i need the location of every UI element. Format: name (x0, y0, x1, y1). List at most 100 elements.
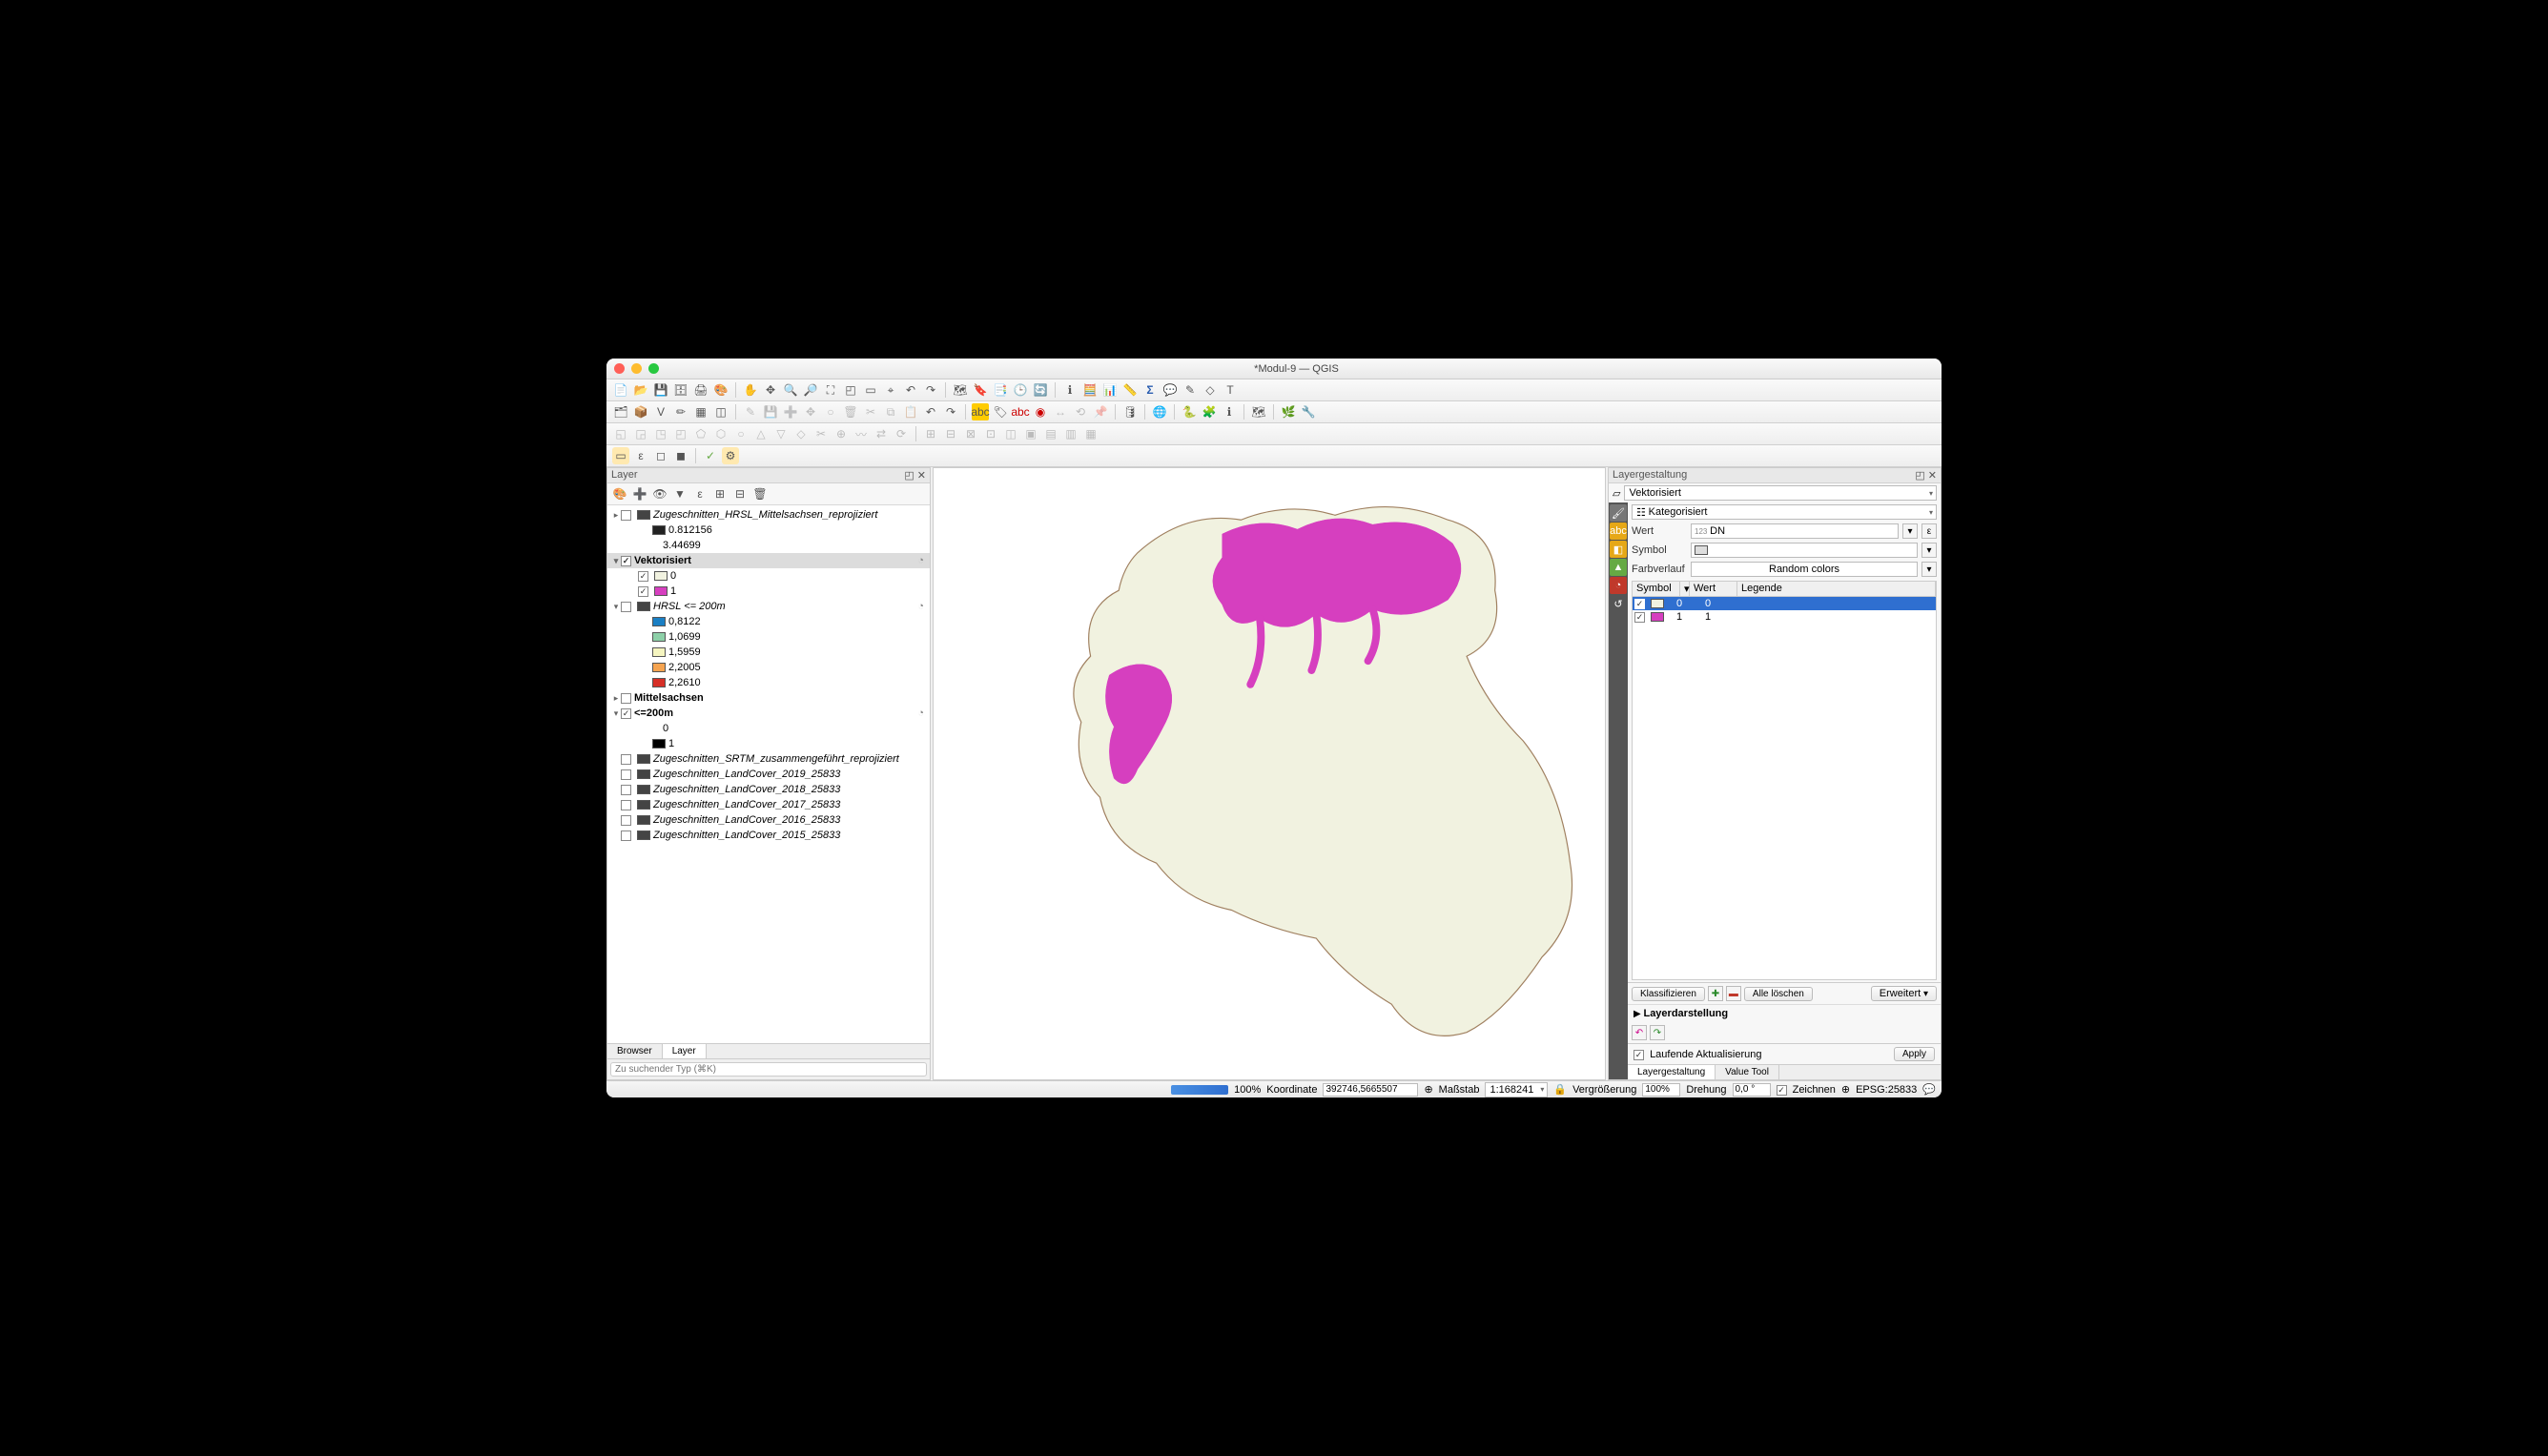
category-row[interactable]: 1 1 (1633, 610, 1936, 624)
legend-item[interactable]: 1 (607, 584, 930, 599)
layer-item[interactable]: Zugeschnitten_LandCover_2018_25833 (607, 782, 930, 797)
redo-style-icon[interactable]: ↷ (1650, 1025, 1665, 1040)
layer-expand-icon[interactable]: ⊞ (711, 485, 729, 502)
close-button[interactable] (614, 363, 625, 374)
label-diagram-icon[interactable]: 🏷 (992, 403, 1009, 420)
layer-item[interactable]: Zugeschnitten_SRTM_zusammengeführt_repro… (607, 751, 930, 767)
db-manager-icon[interactable]: 🛢 (1121, 403, 1139, 420)
undo-icon[interactable]: ↶ (922, 403, 939, 420)
history-tab-icon[interactable]: ↺ (1610, 595, 1627, 612)
temporal-icon[interactable]: 🕒 (1012, 381, 1029, 399)
legend-item[interactable]: 0 (607, 568, 930, 584)
pan-icon[interactable]: ✋ (742, 381, 759, 399)
measure-icon[interactable]: 📏 (1121, 381, 1139, 399)
tab-browser[interactable]: Browser (607, 1044, 663, 1058)
statistics-icon[interactable]: 📊 (1101, 381, 1119, 399)
select-expr-icon[interactable]: ε (632, 447, 649, 464)
mag-input[interactable] (1642, 1083, 1680, 1097)
layer-add-group-icon[interactable]: ➕ (631, 485, 648, 502)
3d-tab-icon[interactable]: ▲ (1610, 559, 1627, 576)
processing-toolbox-icon[interactable]: ⚙ (722, 447, 739, 464)
apply-button[interactable]: Apply (1894, 1047, 1935, 1061)
minimize-button[interactable] (631, 363, 642, 374)
layer-item[interactable]: Zugeschnitten_LandCover_2019_25833 (607, 767, 930, 782)
deselect-icon[interactable]: ◻ (652, 447, 669, 464)
delete-all-button[interactable]: Alle löschen (1744, 987, 1813, 1001)
layer-item[interactable]: ▸Mittelsachsen (607, 690, 930, 706)
annotation-icon[interactable]: ✎ (1182, 381, 1199, 399)
identify-icon[interactable]: ℹ (1061, 381, 1079, 399)
layer-combo[interactable]: Vektorisiert (1624, 485, 1937, 501)
new-map-view-icon[interactable]: 🗺 (952, 381, 969, 399)
locator-input[interactable] (610, 1062, 927, 1077)
masks-tab-icon[interactable]: ◧ (1610, 541, 1627, 558)
layer-expression-icon[interactable]: ε (691, 485, 709, 502)
layer-style-icon[interactable]: 🎨 (611, 485, 628, 502)
live-update-check[interactable]: Laufende Aktualisierung (1634, 1049, 1762, 1060)
layer-visibility-icon[interactable]: 👁 (651, 485, 668, 502)
decoration-icon[interactable]: ◇ (1202, 381, 1219, 399)
tab-value-tool[interactable]: Value Tool (1716, 1065, 1779, 1079)
help-icon[interactable]: ℹ (1221, 403, 1238, 420)
zoom-out-icon[interactable]: 🔎 (802, 381, 819, 399)
tab-layergestaltung[interactable]: Layergestaltung (1628, 1065, 1716, 1079)
python-icon[interactable]: 🐍 (1181, 403, 1198, 420)
crs-label[interactable]: EPSG:25833 (1856, 1084, 1917, 1096)
new-bookmark-icon[interactable]: 🔖 (972, 381, 989, 399)
rot-input[interactable] (1733, 1083, 1771, 1097)
style-manager-icon[interactable]: 🎨 (712, 381, 729, 399)
add-mesh-icon[interactable]: ◫ (712, 403, 729, 420)
layer-collapse-icon[interactable]: ⊟ (731, 485, 749, 502)
zoom-selection-icon[interactable]: ◰ (842, 381, 859, 399)
bookmarks-icon[interactable]: 📑 (992, 381, 1009, 399)
text-annotation-icon[interactable]: T (1222, 381, 1239, 399)
layer-remove-icon[interactable]: 🗑 (751, 485, 769, 502)
zoom-full-icon[interactable]: ⛶ (822, 381, 839, 399)
open-data-source-icon[interactable]: 🗂 (612, 403, 629, 420)
messages-icon[interactable]: 💬 (1922, 1083, 1936, 1096)
scale-combo[interactable]: 1:168241 (1485, 1082, 1548, 1097)
add-raster-icon[interactable]: ▦ (692, 403, 709, 420)
open-project-icon[interactable]: 📂 (632, 381, 649, 399)
pan-selection-icon[interactable]: ✥ (762, 381, 779, 399)
layer-item[interactable]: Zugeschnitten_LandCover_2015_25833 (607, 828, 930, 843)
calculator-icon[interactable]: 🧮 (1081, 381, 1099, 399)
ramp-dropdown-icon[interactable]: ▾ (1921, 562, 1937, 577)
layer-item[interactable]: Zugeschnitten_LandCover_2016_25833 (607, 812, 930, 828)
select-all-icon[interactable]: ◼ (672, 447, 689, 464)
lock-icon[interactable]: 🔒 (1553, 1083, 1567, 1096)
category-table[interactable]: Symbol ▾ Wert Legende 0 0 (1632, 581, 1937, 980)
coord-input[interactable] (1323, 1083, 1418, 1097)
maximize-button[interactable] (648, 363, 659, 374)
layer-item[interactable]: ▾<=200m◔ (607, 706, 930, 721)
zoom-in-icon[interactable]: 🔍 (782, 381, 799, 399)
ramp-field[interactable]: Random colors (1691, 562, 1918, 577)
tab-layer[interactable]: Layer (663, 1044, 707, 1058)
advanced-button[interactable]: Erweitert ▾ (1871, 986, 1937, 1001)
zoom-next-icon[interactable]: ↷ (922, 381, 939, 399)
layer-tree[interactable]: ▸Zugeschnitten_HRSL_Mittelsachsen_reproj… (607, 505, 930, 1043)
layer-item[interactable]: Zugeschnitten_LandCover_2017_25833 (607, 797, 930, 812)
refresh-icon[interactable]: 🔄 (1032, 381, 1049, 399)
wert-dropdown-icon[interactable]: ▾ (1902, 523, 1918, 539)
undo-style-icon[interactable]: ↶ (1632, 1025, 1647, 1040)
save-icon[interactable]: 💾 (652, 381, 669, 399)
layer-item-selected[interactable]: ▾Vektorisiert◔ (607, 553, 930, 568)
zoom-native-icon[interactable]: ⌖ (882, 381, 899, 399)
crs-icon[interactable]: ⊕ (1841, 1083, 1850, 1096)
redo-icon[interactable]: ↷ (942, 403, 959, 420)
maptips-icon[interactable]: 💬 (1161, 381, 1179, 399)
zoom-last-icon[interactable]: ↶ (902, 381, 919, 399)
category-row[interactable]: 0 0 (1633, 597, 1936, 610)
layout-icon[interactable]: 🖨 (692, 381, 709, 399)
plugins-icon[interactable]: 🧩 (1201, 403, 1218, 420)
coord-toggle-icon[interactable]: ⊕ (1424, 1083, 1432, 1096)
grass-tools-icon[interactable]: 🔧 (1300, 403, 1317, 420)
new-project-icon[interactable]: 📄 (612, 381, 629, 399)
wert-expression-icon[interactable]: ε (1921, 523, 1937, 539)
select-rect-icon[interactable]: ▭ (612, 447, 629, 464)
renderer-combo[interactable]: ☷ Kategorisiert (1632, 504, 1937, 520)
labels-tab-icon[interactable]: abc (1610, 523, 1627, 540)
styling-layer-select[interactable]: ▱ Vektorisiert (1609, 483, 1941, 502)
labeling-icon[interactable]: abc (972, 403, 989, 420)
